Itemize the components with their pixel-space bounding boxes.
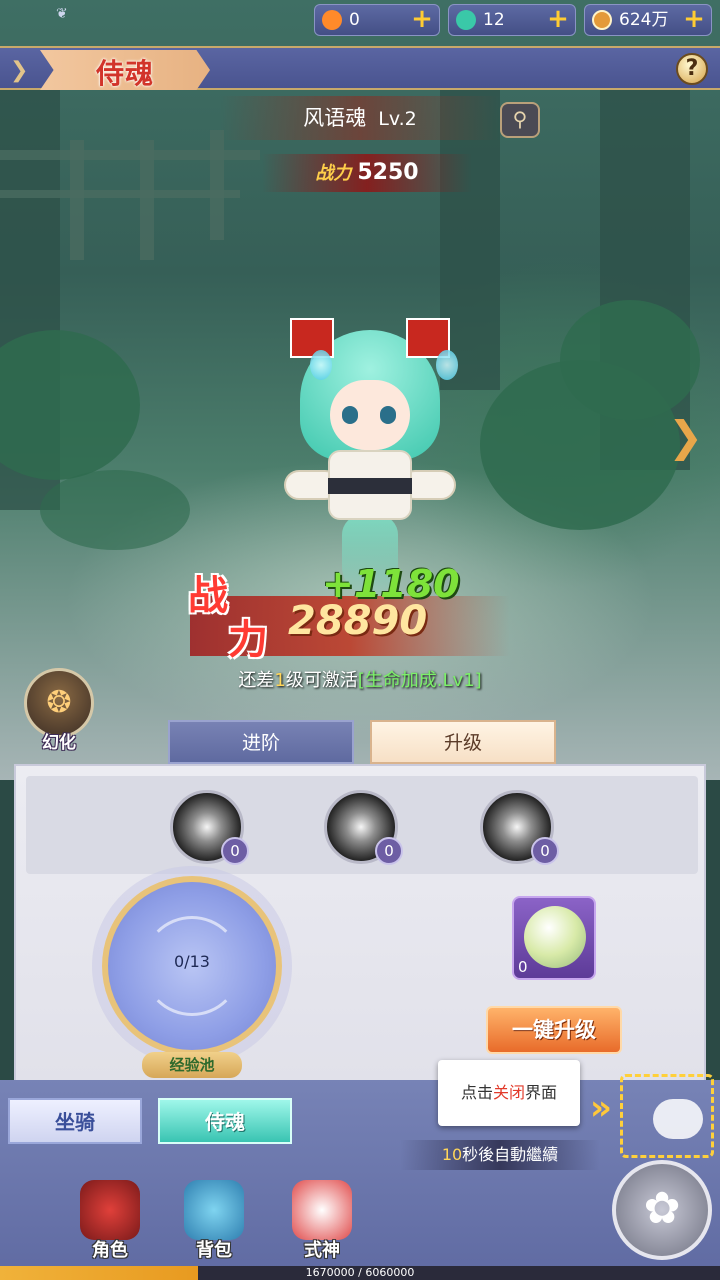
- coin-count: 624万: [619, 10, 669, 30]
- resource-jade: 12 +: [448, 4, 576, 36]
- pointing-hand-icon: [653, 1099, 703, 1139]
- skill-row: 0 0 0: [26, 776, 698, 874]
- spirit-flame-icon: [436, 350, 458, 380]
- activation-hint: 还差1级可激活[生命加成.Lv1]: [238, 670, 482, 691]
- resource-bar: ❦ 0 + 12 + 624万 +: [0, 0, 720, 42]
- butterfly-icon: ❦: [56, 6, 68, 22]
- soul-power-value: 5250: [357, 160, 419, 185]
- subtab-mount[interactable]: 坐骑: [8, 1098, 142, 1144]
- transform-label: 幻化: [42, 733, 76, 753]
- title-banner: ❯ 侍魂 ?: [0, 46, 720, 90]
- skill-count: 0: [531, 837, 559, 865]
- auto-continue-timer: 10秒後自動繼續: [400, 1140, 600, 1170]
- exp-pool[interactable]: 0/13 经验池: [102, 876, 282, 1078]
- exp-pool-progress: 0/13: [174, 952, 210, 971]
- soul-name: 风语魂: [303, 106, 367, 130]
- samurai-helmet-icon: [80, 1180, 140, 1240]
- next-arrow-icon[interactable]: ❯: [668, 412, 703, 461]
- soul-character: [270, 310, 470, 600]
- coin-icon: [592, 10, 612, 30]
- skill-count: 0: [375, 837, 403, 865]
- exp-orb-count: 0: [518, 958, 528, 976]
- skill-count: 0: [221, 837, 249, 865]
- tab-advance[interactable]: 进阶: [168, 720, 354, 764]
- fast-forward-icon[interactable]: »: [590, 1088, 612, 1128]
- exp-bar: 1670000 / 6060000: [0, 1266, 720, 1280]
- combat-power-delta: +1180: [322, 562, 460, 606]
- skill-slot[interactable]: 0: [480, 790, 559, 865]
- add-coin-button[interactable]: +: [683, 6, 705, 32]
- soul-power: 战力 5250: [262, 154, 472, 192]
- exp-pool-label: 经验池: [142, 1052, 242, 1078]
- resource-gem: 0 +: [314, 4, 440, 36]
- spirit-flame-icon: [310, 350, 332, 380]
- skill-slot[interactable]: 0: [170, 790, 249, 865]
- magnifier-icon: ⚲: [512, 107, 528, 131]
- jade-icon: [456, 10, 476, 30]
- resource-coin: 624万 +: [584, 4, 712, 36]
- soul-power-label: 战力: [315, 163, 352, 184]
- help-button[interactable]: ?: [676, 53, 708, 85]
- page-title: 侍魂: [96, 57, 155, 90]
- skill-slot[interactable]: 0: [324, 790, 403, 865]
- tab-upgrade[interactable]: 升级: [370, 720, 556, 764]
- sakura-icon: ✿: [643, 1183, 681, 1234]
- main-action-button[interactable]: ✿: [612, 1160, 712, 1260]
- upgrade-panel: 0 0 0 0/13 经验池 0 一键升级: [14, 764, 706, 1082]
- subtab-soul[interactable]: 侍魂: [158, 1098, 292, 1144]
- tutorial-hint[interactable]: 点击关闭界面: [438, 1060, 580, 1126]
- chevron-left-icon: ❯: [10, 58, 29, 83]
- combat-power-label: 战 力: [188, 573, 268, 663]
- jade-count: 12: [483, 10, 505, 30]
- exp-bar-text: 1670000 / 6060000: [305, 1266, 415, 1279]
- soul-name-plate: 风语魂 Lv.2: [220, 96, 500, 140]
- fox-mask-icon: [292, 1180, 352, 1240]
- nav-shikigami[interactable]: 式神: [284, 1180, 360, 1264]
- magnifier-button[interactable]: ⚲: [500, 102, 540, 138]
- exp-orb-icon: [524, 906, 586, 968]
- combat-power: 战 力 28890 +1180: [180, 562, 510, 670]
- nav-character[interactable]: 角色: [72, 1180, 148, 1264]
- nav-bag[interactable]: 背包: [176, 1180, 252, 1264]
- add-jade-button[interactable]: +: [547, 6, 569, 32]
- exp-orb-item[interactable]: 0: [512, 896, 596, 980]
- transform-button[interactable]: ❂ 幻化: [20, 668, 98, 753]
- tutorial-pointer[interactable]: [620, 1074, 714, 1158]
- one-key-upgrade-button[interactable]: 一键升级: [486, 1006, 622, 1054]
- gem-icon: [322, 10, 342, 30]
- gem-count: 0: [349, 10, 360, 30]
- bag-icon: [184, 1180, 244, 1240]
- soul-level: Lv.2: [378, 108, 417, 130]
- add-gem-button[interactable]: +: [411, 6, 433, 32]
